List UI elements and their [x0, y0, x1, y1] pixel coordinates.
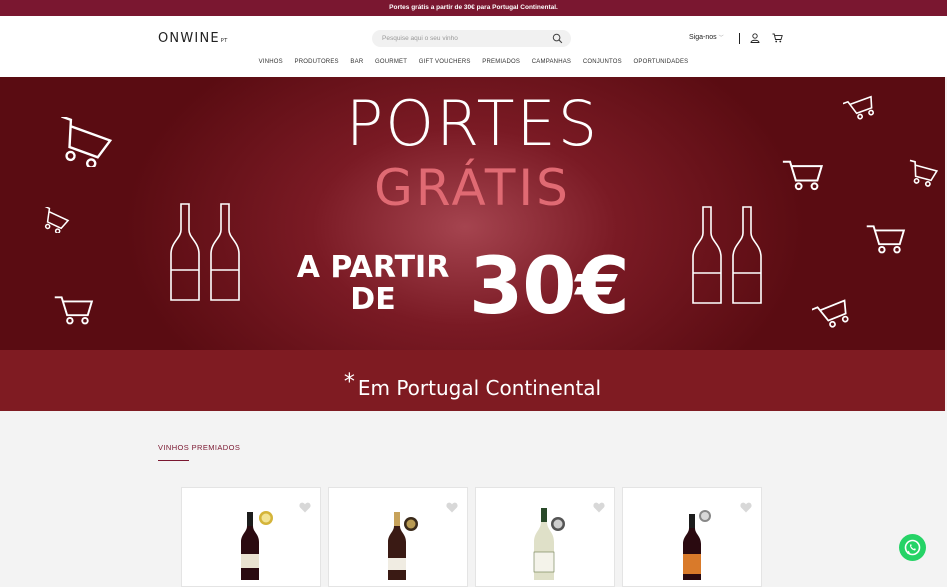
promo-text: Portes grátis a partir de 30€ para Portu… [389, 4, 558, 11]
nav-item-gift-vouchers[interactable]: GIFT VOUCHERS [419, 59, 471, 65]
product-card[interactable] [475, 487, 615, 587]
divider [739, 33, 740, 44]
product-image [241, 511, 273, 580]
nav-item-premiados[interactable]: PREMIADOS [482, 59, 520, 65]
heart-icon[interactable] [446, 502, 458, 513]
cart-icon [54, 296, 94, 325]
search-input[interactable] [382, 32, 542, 45]
product-image [533, 508, 565, 580]
product-card[interactable] [328, 487, 468, 587]
hero-price: 30€ [469, 242, 630, 332]
hero-from-line2: DE [350, 282, 396, 317]
search-bar [372, 30, 571, 47]
nav-item-oportunidades[interactable]: OPORTUNIDADES [634, 59, 689, 65]
logo-suffix: PT [220, 38, 228, 44]
hero-from-label: A PARTIR DE [288, 252, 458, 316]
chevron-down-icon: ﹀ [718, 35, 724, 41]
follow-dropdown[interactable]: Siga-nos ﹀ [689, 34, 724, 41]
product-card[interactable] [622, 487, 762, 587]
user-icon[interactable] [750, 33, 760, 43]
hero-title: PORTES [345, 87, 600, 160]
heart-icon[interactable] [740, 502, 752, 513]
cart-icon[interactable] [772, 33, 783, 43]
nav-item-bar[interactable]: BAR [350, 59, 363, 65]
hero-subtitle: GRÁTIS [374, 159, 571, 217]
logo[interactable]: ONWINEPT [158, 31, 228, 46]
heart-icon[interactable] [593, 502, 605, 513]
nav-item-conjuntos[interactable]: CONJUNTOS [583, 59, 622, 65]
header: ONWINEPT Siga-nos﹀ VINHOS PRODUTORES BAR… [0, 16, 947, 77]
section-underline [158, 460, 189, 461]
search-icon[interactable] [552, 33, 563, 44]
nav-item-campanhas[interactable]: CAMPANHAS [532, 59, 571, 65]
hero-from-line1: A PARTIR [296, 250, 450, 285]
follow-label: Siga-nos [689, 34, 717, 41]
promo-bar: Portes grátis a partir de 30€ para Portu… [0, 0, 947, 16]
hero-footnote: * Em Portugal Continental [0, 370, 945, 400]
footnote-text: Em Portugal Continental [357, 376, 602, 400]
nav-item-gourmet[interactable]: GOURMET [375, 59, 407, 65]
hero-banner[interactable]: PORTES GRÁTIS A PARTIR DE 30€ * Em Portug… [0, 77, 945, 411]
nav-item-produtores[interactable]: PRODUTORES [295, 59, 339, 65]
main-nav: VINHOS PRODUTORES BAR GOURMET GIFT VOUCH… [0, 59, 947, 65]
wine-bottles-illustration [170, 203, 240, 301]
whatsapp-button[interactable] [899, 534, 926, 561]
cart-icon [812, 299, 849, 328]
heart-icon[interactable] [299, 502, 311, 513]
logo-text: ONWINE [158, 31, 220, 46]
product-image [683, 510, 711, 580]
cart-icon [866, 225, 906, 254]
whatsapp-icon [904, 539, 921, 556]
wine-bottles-illustration [692, 206, 762, 304]
section-title: VINHOS PREMIADOS [158, 443, 241, 452]
product-card[interactable] [181, 487, 321, 587]
footnote-asterisk: * [343, 370, 355, 395]
nav-item-vinhos[interactable]: VINHOS [259, 59, 283, 65]
product-image [388, 512, 418, 580]
